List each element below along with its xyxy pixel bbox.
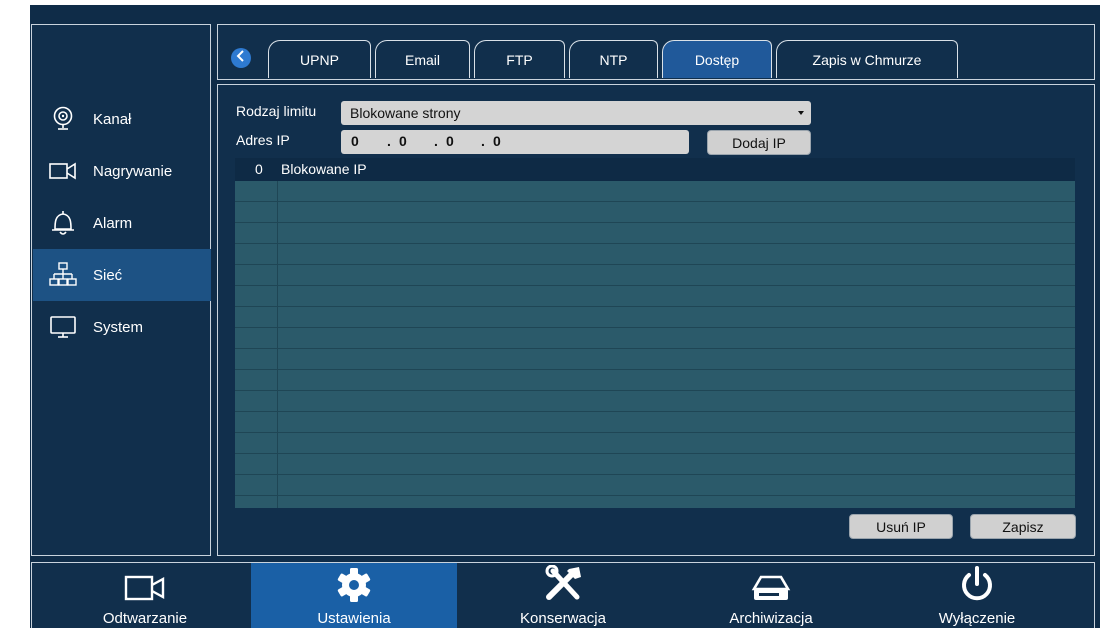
- sidebar-item-siec[interactable]: Sieć: [33, 249, 211, 301]
- add-ip-button[interactable]: Dodaj IP: [707, 130, 811, 155]
- video-camera-icon: [124, 563, 166, 603]
- tab-ftp[interactable]: FTP: [474, 40, 565, 78]
- table-header: 0 Blokowane IP: [235, 158, 1075, 181]
- table-row[interactable]: [235, 412, 1075, 433]
- sidebar-item-kanal[interactable]: Kanał: [33, 93, 211, 145]
- tab-ntp[interactable]: NTP: [569, 40, 658, 78]
- table-row[interactable]: [235, 433, 1075, 454]
- table-row[interactable]: [235, 202, 1075, 223]
- nav-odtwarzanie[interactable]: Odtwarzanie: [42, 563, 248, 628]
- table-row[interactable]: [235, 265, 1075, 286]
- nav-label: Archiwizacja: [729, 610, 813, 627]
- video-camera-icon: [49, 157, 77, 185]
- sidebar-item-alarm[interactable]: Alarm: [33, 197, 211, 249]
- network-icon: [49, 261, 77, 289]
- table-row[interactable]: [235, 223, 1075, 244]
- ip-dot: .: [434, 133, 438, 149]
- ip-octet-3[interactable]: 0: [446, 133, 454, 149]
- table-row[interactable]: [235, 244, 1075, 265]
- nav-konserwacja[interactable]: Konserwacja: [460, 563, 666, 628]
- tab-dostep[interactable]: Dostęp: [662, 40, 772, 78]
- nav-label: Wyłączenie: [938, 610, 1016, 627]
- remove-ip-button[interactable]: Usuń IP: [849, 514, 953, 539]
- table-row[interactable]: [235, 307, 1075, 328]
- limit-type-label: Rodzaj limitu: [236, 103, 317, 119]
- table-row[interactable]: [235, 181, 1075, 202]
- sidebar-item-label: Alarm: [93, 214, 133, 232]
- ip-dot: .: [481, 133, 485, 149]
- back-button[interactable]: [231, 48, 251, 68]
- ip-octet-2[interactable]: 0: [399, 133, 407, 149]
- sidebar-item-system[interactable]: System: [33, 301, 211, 353]
- tab-email[interactable]: Email: [375, 40, 470, 78]
- nav-wylaczenie[interactable]: Wyłączenie: [874, 563, 1080, 628]
- column-divider: [277, 181, 278, 508]
- power-icon: [959, 563, 995, 603]
- dropdown-arrow-icon: [798, 111, 804, 115]
- sidebar-item-label: Sieć: [93, 266, 123, 284]
- sidebar: Kanał Nagrywanie Alarm Sieć System: [31, 24, 211, 556]
- sidebar-item-label: Nagrywanie: [93, 162, 173, 180]
- chevron-left-icon: [236, 49, 246, 67]
- nav-label: Ustawienia: [317, 610, 391, 627]
- nav-ustawienia[interactable]: Ustawienia: [251, 563, 457, 628]
- table-row[interactable]: [235, 349, 1075, 370]
- table-row[interactable]: [235, 370, 1075, 391]
- table-row[interactable]: [235, 454, 1075, 475]
- camera-icon: [49, 105, 77, 133]
- ip-dot: .: [387, 133, 391, 149]
- nav-label: Konserwacja: [520, 610, 606, 627]
- limit-type-value: Blokowane strony: [350, 105, 461, 121]
- blocked-ip-count: 0: [255, 161, 263, 177]
- sidebar-item-label: Kanał: [93, 110, 132, 128]
- tab-upnp[interactable]: UPNP: [268, 40, 371, 78]
- table-row[interactable]: [235, 391, 1075, 412]
- tools-icon: [543, 563, 583, 603]
- column-header-blocked-ip: Blokowane IP: [281, 161, 367, 177]
- archive-drive-icon: [751, 563, 791, 603]
- ip-octet-4[interactable]: 0: [493, 133, 501, 149]
- save-button[interactable]: Zapisz: [970, 514, 1076, 539]
- table-row[interactable]: [235, 496, 1075, 508]
- ip-address-field[interactable]: 0 . 0 . 0 . 0: [341, 130, 689, 154]
- ip-address-label: Adres IP: [236, 132, 290, 148]
- table-body: [235, 181, 1075, 508]
- bell-icon: [49, 209, 77, 237]
- nav-archiwizacja[interactable]: Archiwizacja: [668, 563, 874, 628]
- table-row[interactable]: [235, 328, 1075, 349]
- sidebar-item-label: System: [93, 318, 144, 336]
- ip-octet-1[interactable]: 0: [351, 133, 359, 149]
- table-row[interactable]: [235, 286, 1075, 307]
- nav-label: Odtwarzanie: [102, 610, 188, 627]
- table-row[interactable]: [235, 475, 1075, 496]
- monitor-icon: [49, 313, 77, 341]
- blocked-ip-table: 0 Blokowane IP: [235, 158, 1075, 508]
- gear-icon: [336, 563, 372, 603]
- tab-zapis-w-chmurze[interactable]: Zapis w Chmurze: [776, 40, 958, 78]
- limit-type-select[interactable]: Blokowane strony: [341, 101, 811, 125]
- sidebar-item-nagrywanie[interactable]: Nagrywanie: [33, 145, 211, 197]
